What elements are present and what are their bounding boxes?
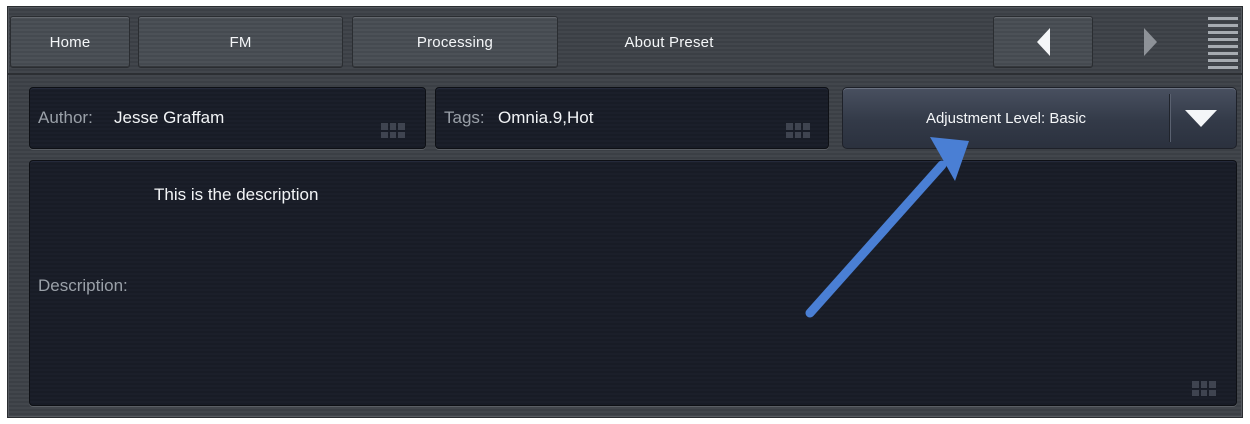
author-value: Jesse Graffam xyxy=(114,108,225,127)
adjustment-level-dropdown[interactable]: Adjustment Level: Basic xyxy=(842,87,1237,149)
tags-field[interactable]: Tags: Omnia.9,Hot xyxy=(435,87,829,149)
nav-about-preset-tab[interactable]: About Preset xyxy=(564,16,774,68)
nav-divider xyxy=(8,73,1242,75)
description-label: Description: xyxy=(38,276,128,295)
author-field[interactable]: Author: Jesse Graffam xyxy=(29,87,426,149)
chevron-down-icon[interactable] xyxy=(1185,110,1217,127)
author-label: Author: xyxy=(38,108,93,127)
prev-button[interactable] xyxy=(993,16,1093,68)
app-window: Home FM Processing About Preset Author: … xyxy=(7,6,1243,418)
keypad-grip-icon xyxy=(381,123,405,138)
description-field[interactable]: This is the description Description: xyxy=(29,160,1237,406)
dropdown-separator xyxy=(1169,94,1170,142)
triangle-left-icon xyxy=(1036,28,1050,56)
tags-value: Omnia.9,Hot xyxy=(498,108,594,127)
adjustment-level-label: Adjustment Level: Basic xyxy=(925,109,1087,127)
menu-lines-icon[interactable] xyxy=(1208,17,1238,69)
nav-processing-button[interactable]: Processing xyxy=(352,16,558,68)
nav-fm-button[interactable]: FM xyxy=(138,16,343,68)
top-nav: Home FM Processing About Preset xyxy=(8,7,1242,73)
nav-home-button[interactable]: Home xyxy=(10,16,130,68)
next-button[interactable] xyxy=(1100,16,1200,68)
triangle-right-icon xyxy=(1143,28,1157,56)
keypad-grip-icon xyxy=(786,123,810,138)
keypad-grip-icon xyxy=(1192,381,1216,396)
description-value: This is the description xyxy=(154,185,319,204)
tags-label: Tags: xyxy=(444,108,485,127)
